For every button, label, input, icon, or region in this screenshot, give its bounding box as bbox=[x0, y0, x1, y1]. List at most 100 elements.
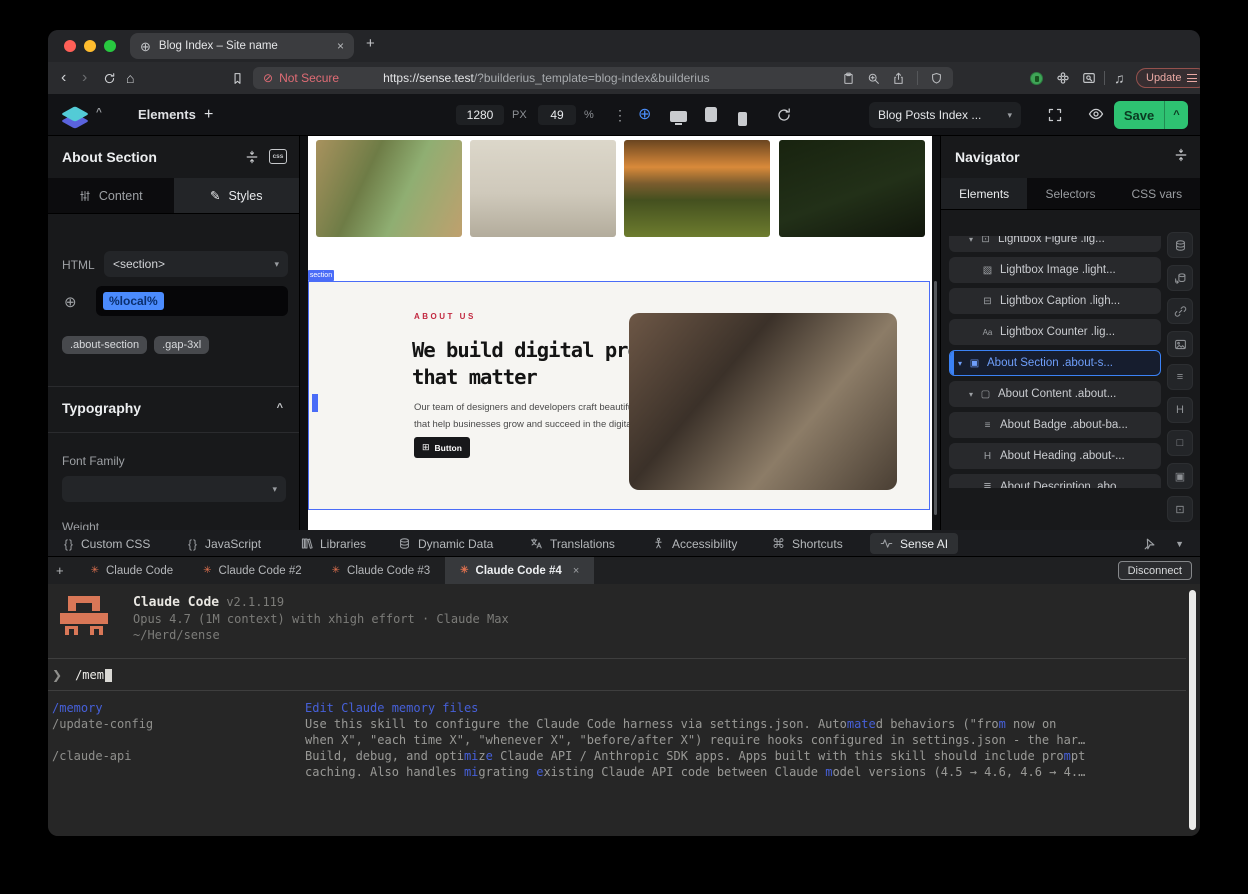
terminal-scrollbar[interactable] bbox=[1189, 590, 1196, 830]
not-secure-badge[interactable]: ⊘Not Secure bbox=[263, 71, 339, 85]
blog-post-image[interactable] bbox=[316, 140, 462, 237]
address-bar[interactable]: ⊘Not Secure https://sense.test/?builderi… bbox=[253, 67, 953, 89]
tab-styles[interactable]: ✎Styles bbox=[174, 178, 300, 213]
font-family-select[interactable]: ▾ bbox=[62, 476, 286, 502]
music-note-icon[interactable]: ♫ bbox=[1114, 62, 1125, 94]
tab-content[interactable]: Content bbox=[48, 178, 174, 213]
tree-item[interactable]: ▾⊡Lightbox Figure .lig... bbox=[949, 236, 1161, 252]
canvas-width-input[interactable]: 1280 bbox=[456, 105, 504, 125]
terminal-tab[interactable]: ✳Claude Code #4× bbox=[445, 557, 594, 584]
disconnect-button[interactable]: Disconnect bbox=[1118, 561, 1192, 580]
shield-extension-icon[interactable] bbox=[930, 72, 943, 85]
square-inset-icon[interactable]: ⊡ bbox=[1167, 496, 1193, 522]
css-file-icon[interactable]: css bbox=[269, 149, 287, 164]
tree-caret-icon[interactable]: ▾ bbox=[958, 359, 962, 368]
html-tag-select[interactable]: <section>▾ bbox=[104, 251, 288, 277]
tree-caret-icon[interactable]: ▾ bbox=[969, 236, 973, 244]
suggestion-command[interactable]: /memory bbox=[52, 700, 305, 716]
page-preview[interactable]: section ABOUT US We build digital produc… bbox=[308, 136, 932, 530]
split-panel-icon[interactable] bbox=[1174, 148, 1188, 162]
save-options-caret-icon[interactable]: ^ bbox=[1165, 109, 1188, 121]
terminal-tab[interactable]: ✳Claude Code #3 bbox=[317, 557, 446, 584]
terminal-prompt[interactable]: ❯ /mem bbox=[52, 666, 112, 684]
tree-item[interactable]: HAbout Heading .about-... bbox=[949, 443, 1161, 469]
suggestion-command[interactable]: /claude-api bbox=[52, 748, 305, 764]
tablet-view-icon[interactable] bbox=[705, 107, 717, 127]
tree-item[interactable]: ≣About Description .abo... bbox=[949, 474, 1161, 488]
prompt-input[interactable]: /mem bbox=[75, 668, 104, 682]
square-icon[interactable]: □ bbox=[1167, 430, 1193, 456]
window-search-icon[interactable] bbox=[1082, 62, 1096, 94]
zoom-page-icon[interactable] bbox=[867, 72, 880, 85]
bottom-bar-item-accessibility[interactable]: Accessibility bbox=[652, 530, 737, 557]
tree-item[interactable]: ▾▢About Content .about... bbox=[949, 381, 1161, 407]
bottom-bar-item-sense-ai[interactable]: Sense AI bbox=[870, 533, 958, 554]
suggestion-command[interactable]: /update-config bbox=[52, 716, 305, 732]
tree-item[interactable]: ≡About Badge .about-ba... bbox=[949, 412, 1161, 438]
collapse-panel-caret-icon[interactable]: ▼ bbox=[1175, 539, 1184, 549]
cursor-mode-icon[interactable] bbox=[1143, 537, 1157, 551]
suggestion-command[interactable] bbox=[52, 764, 305, 780]
terminal-tab[interactable]: ✳Claude Code bbox=[76, 557, 189, 584]
suggestion-row[interactable]: /memoryEdit Claude memory files bbox=[52, 700, 1130, 716]
terminal-pane[interactable]: Claude Code v2.1.119 Opus 4.7 (1M contex… bbox=[48, 584, 1200, 836]
about-team-photo[interactable] bbox=[629, 313, 897, 490]
suggestion-row[interactable]: when X", "each time X", "whenever X", "b… bbox=[52, 732, 1130, 748]
bottom-bar-item-custom-css[interactable]: {}Custom CSS bbox=[64, 530, 150, 557]
responsive-globe-icon[interactable]: ⊕ bbox=[638, 94, 651, 136]
database-flow-icon[interactable] bbox=[1167, 265, 1193, 291]
template-selector[interactable]: Blog Posts Index ...▾ bbox=[869, 102, 1021, 128]
blog-post-image[interactable] bbox=[779, 140, 925, 237]
tree-item[interactable]: ▧Lightbox Image .light... bbox=[949, 257, 1161, 283]
lines-icon[interactable]: ≡ bbox=[1167, 364, 1193, 390]
tree-item[interactable]: AaLightbox Counter .lig... bbox=[949, 319, 1161, 345]
traffic-zoom-button[interactable] bbox=[104, 40, 116, 52]
elements-panel-label[interactable]: Elements bbox=[138, 94, 196, 136]
selection-handle[interactable] bbox=[312, 394, 318, 412]
new-terminal-button[interactable]: + bbox=[56, 563, 64, 578]
about-section-preview[interactable]: ABOUT US We build digital productsthat m… bbox=[308, 281, 930, 510]
suggestion-command[interactable] bbox=[52, 732, 305, 748]
reload-icon[interactable] bbox=[103, 62, 116, 94]
canvas-scrollbar[interactable] bbox=[934, 281, 937, 515]
traffic-close-button[interactable] bbox=[64, 40, 76, 52]
tree-item[interactable]: ▾▣About Section .about-s... bbox=[949, 350, 1161, 376]
bottom-bar-item-shortcuts[interactable]: ⌘Shortcuts bbox=[772, 530, 843, 557]
image-icon[interactable] bbox=[1167, 331, 1193, 357]
blog-post-image[interactable] bbox=[470, 140, 616, 237]
tab-selectors[interactable]: Selectors bbox=[1027, 178, 1113, 209]
bottom-bar-item-translations[interactable]: Translations bbox=[530, 530, 615, 557]
bottom-bar-item-dynamic-data[interactable]: Dynamic Data bbox=[398, 530, 493, 557]
globe-scope-icon[interactable]: ⊕ bbox=[64, 293, 77, 311]
heading-icon[interactable]: H bbox=[1167, 397, 1193, 423]
home-icon[interactable]: ⌂ bbox=[126, 62, 134, 94]
bottom-bar-item-libraries[interactable]: Libraries bbox=[300, 530, 366, 557]
blog-post-image[interactable] bbox=[624, 140, 770, 237]
bottom-bar-item-javascript[interactable]: {}JavaScript bbox=[188, 530, 261, 557]
suggestion-row[interactable]: /claude-apiBuild, debug, and optimize Cl… bbox=[52, 748, 1130, 764]
update-browser-button[interactable]: Update bbox=[1136, 68, 1200, 88]
share-icon[interactable] bbox=[892, 72, 905, 85]
save-button[interactable]: Save^ bbox=[1114, 101, 1188, 129]
back-icon[interactable]: ‹ bbox=[61, 62, 66, 94]
clipboard-icon[interactable] bbox=[842, 72, 855, 85]
square-solid-icon[interactable]: ▣ bbox=[1167, 463, 1193, 489]
extensions-puzzle-icon[interactable] bbox=[1056, 62, 1070, 94]
browser-tab[interactable]: ⊕ Blog Index – Site name × bbox=[130, 33, 354, 59]
traffic-minimize-button[interactable] bbox=[84, 40, 96, 52]
bookmark-icon[interactable] bbox=[231, 62, 244, 94]
extension-badge-icon[interactable] bbox=[1030, 62, 1043, 94]
selector-chip[interactable]: .about-section bbox=[62, 336, 147, 354]
selector-input[interactable]: %local% bbox=[96, 286, 288, 316]
add-element-button[interactable]: + bbox=[204, 94, 213, 136]
desktop-view-icon[interactable] bbox=[670, 109, 687, 127]
new-tab-button[interactable]: + bbox=[366, 35, 375, 52]
tree-item[interactable]: ⊟Lightbox Caption .ligh... bbox=[949, 288, 1161, 314]
tab-close-icon[interactable]: × bbox=[337, 39, 344, 53]
builderius-logo-icon[interactable] bbox=[62, 103, 90, 127]
forward-icon[interactable]: › bbox=[82, 62, 87, 94]
about-cta-button[interactable]: ⊞Button bbox=[414, 437, 470, 458]
link-icon[interactable] bbox=[1167, 298, 1193, 324]
preview-eye-icon[interactable] bbox=[1088, 106, 1104, 122]
refresh-canvas-icon[interactable] bbox=[776, 107, 792, 123]
